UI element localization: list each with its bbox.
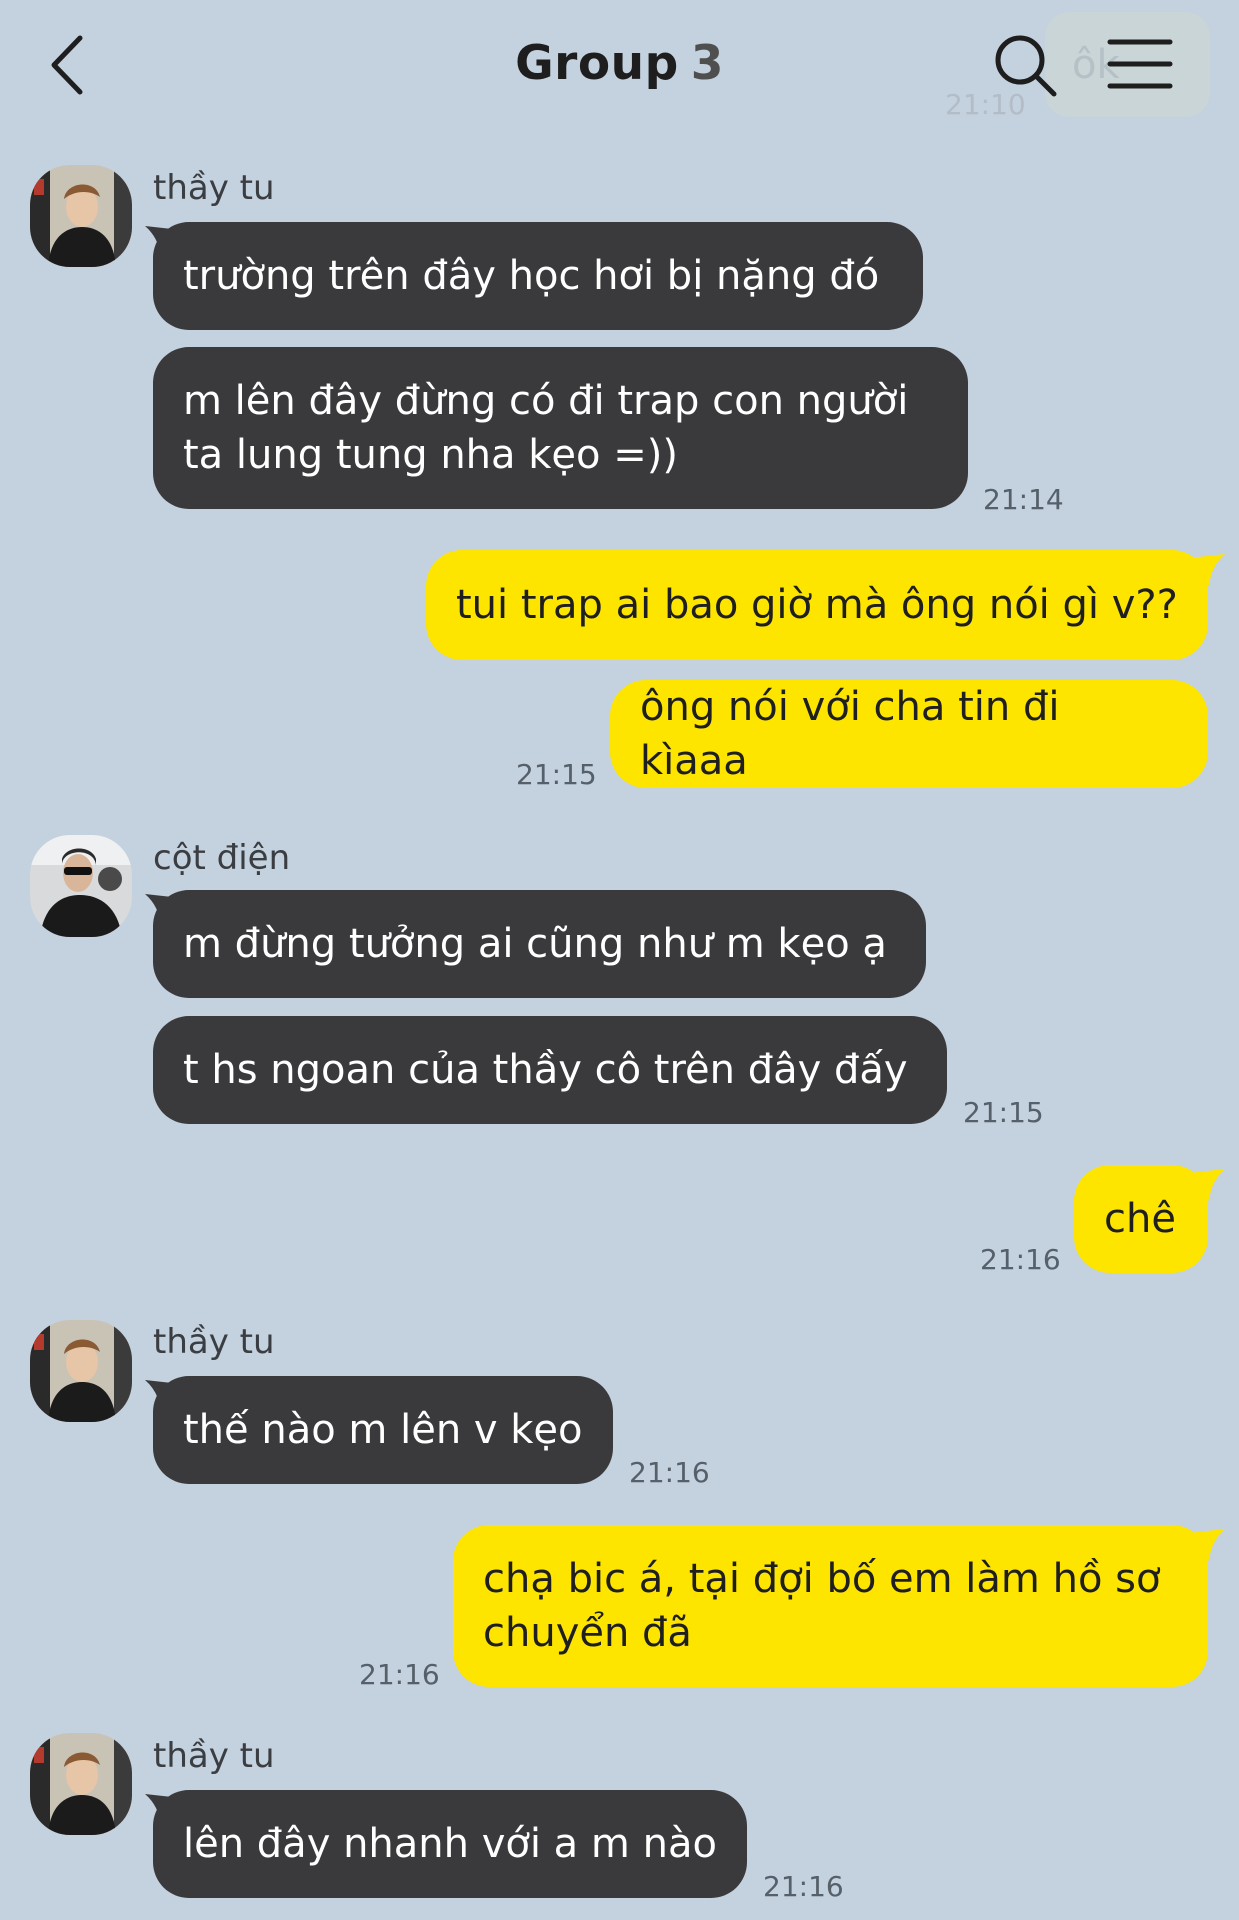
message-bubble-outgoing[interactable]: chạ bic á, tại đợi bố em làm hồ sơ chuyể… — [453, 1525, 1208, 1687]
avatar-cot-dien[interactable] — [30, 835, 132, 937]
message-time: 21:16 — [763, 1870, 844, 1903]
message-text: t hs ngoan của thầy cô trên đây đấy — [183, 1047, 908, 1093]
message-bubble-incoming[interactable]: lên đây nhanh với a m nào — [153, 1790, 747, 1898]
message-time: 21:15 — [516, 758, 597, 791]
hamburger-menu-icon — [1107, 39, 1173, 89]
sender-name: cột điện — [153, 838, 291, 878]
message-text: trường trên đây học hơi bị nặng đó — [183, 253, 880, 299]
message-bubble-incoming[interactable]: m lên đây đừng có đi trap con người ta l… — [153, 347, 968, 509]
message-text: lên đây nhanh với a m nào — [183, 1821, 717, 1867]
message-text: ông nói với cha tin đi kìaaa — [640, 684, 1060, 784]
chat-header: Group 3 — [0, 0, 1239, 140]
message-bubble-incoming[interactable]: trường trên đây học hơi bị nặng đó — [153, 222, 923, 330]
menu-button[interactable] — [1105, 36, 1175, 92]
sender-name: thầy tu — [153, 1736, 275, 1776]
message-bubble-incoming[interactable]: thế nào m lên v kẹo — [153, 1376, 613, 1484]
message-time: 21:16 — [980, 1243, 1061, 1276]
avatar-photo — [30, 835, 132, 937]
avatar-thay-tu[interactable] — [30, 1733, 132, 1835]
message-time: 21:14 — [983, 483, 1064, 516]
avatar-photo — [30, 165, 132, 267]
message-text: tui trap ai bao giờ mà ông nói gì v?? — [456, 582, 1178, 628]
group-name: Group — [515, 36, 679, 91]
message-text: m lên đây đừng có đi trap con người ta l… — [183, 378, 909, 478]
message-bubble-incoming[interactable]: t hs ngoan của thầy cô trên đây đấy — [153, 1016, 947, 1124]
message-bubble-outgoing[interactable]: chê — [1074, 1165, 1208, 1273]
message-text: chạ bic á, tại đợi bố em làm hồ sơ chuyể… — [483, 1556, 1161, 1656]
message-text: m đừng tưởng ai cũng như m kẹo ạ — [183, 921, 887, 967]
sender-name: thầy tu — [153, 168, 275, 208]
message-time: 21:15 — [963, 1096, 1044, 1129]
message-text: thế nào m lên v kẹo — [183, 1407, 583, 1453]
avatar-thay-tu[interactable] — [30, 165, 132, 267]
member-count: 3 — [690, 36, 724, 91]
sender-name: thầy tu — [153, 1322, 275, 1362]
search-button[interactable] — [990, 30, 1060, 100]
avatar-thay-tu[interactable] — [30, 1320, 132, 1422]
message-time: 21:16 — [359, 1658, 440, 1691]
chat-screen: ôk 21:10 Group 3 thầy tu trường trên đây… — [0, 0, 1239, 1920]
message-time: 21:16 — [629, 1456, 710, 1489]
message-bubble-outgoing[interactable]: tui trap ai bao giờ mà ông nói gì v?? — [426, 550, 1208, 660]
search-icon — [995, 35, 1057, 97]
avatar-photo — [30, 1733, 132, 1835]
avatar-photo — [30, 1320, 132, 1422]
message-bubble-incoming[interactable]: m đừng tưởng ai cũng như m kẹo ạ — [153, 890, 926, 998]
message-text: chê — [1104, 1196, 1176, 1242]
message-bubble-outgoing[interactable]: ông nói với cha tin đi kìaaa — [610, 680, 1208, 788]
